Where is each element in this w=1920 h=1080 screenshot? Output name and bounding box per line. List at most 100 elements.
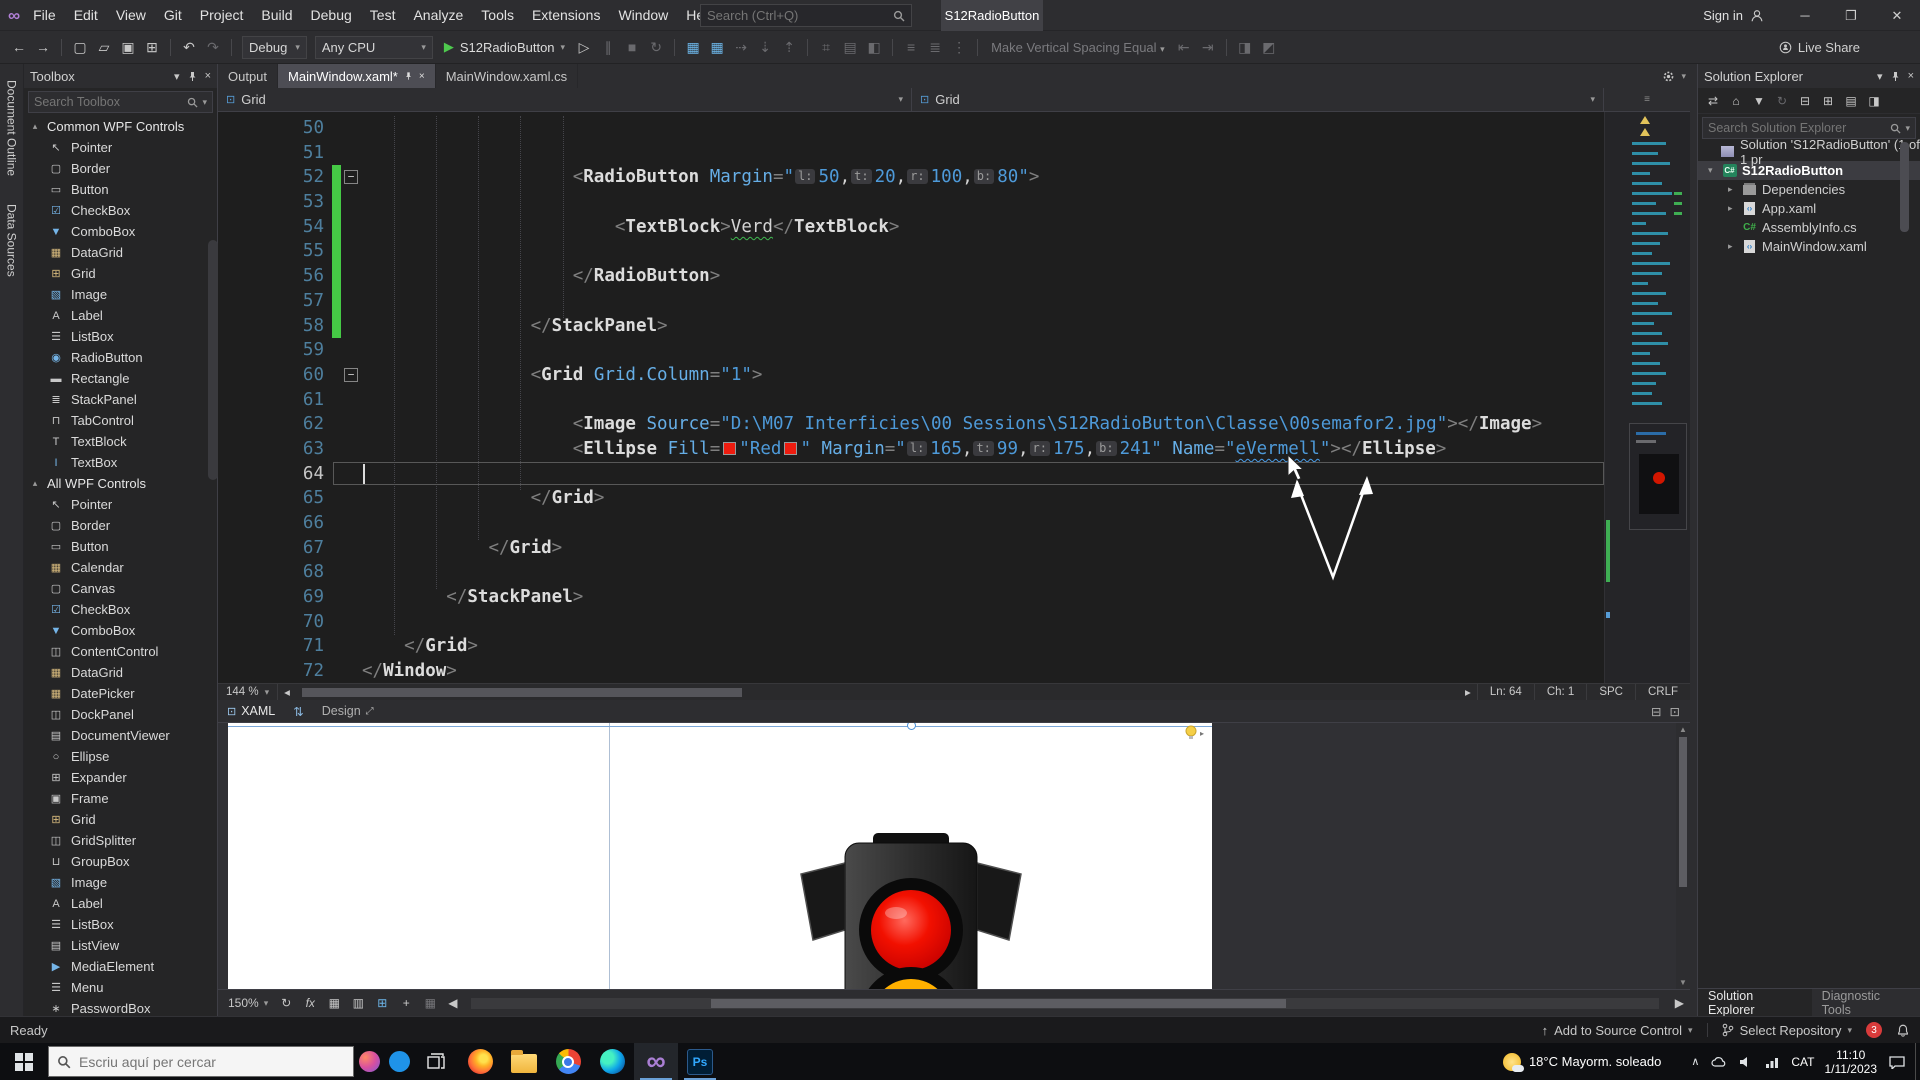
code-line[interactable]: 57 xyxy=(218,289,1690,314)
code-line[interactable]: 53 xyxy=(218,190,1690,215)
design-artboard[interactable]: ▸ xyxy=(228,723,1212,989)
document-tab[interactable]: MainWindow.xaml.cs × xyxy=(436,64,578,88)
toolbar-icon[interactable]: ◨ xyxy=(1866,89,1882,113)
toolbar-icon[interactable]: ↶ xyxy=(178,35,200,59)
scroll-left-arrow[interactable]: ◀ xyxy=(444,996,461,1010)
code-line[interactable]: 70 xyxy=(218,610,1690,635)
toolbox-item[interactable]: ▤ ListView xyxy=(24,935,217,956)
design-zoom-dropdown[interactable]: 150%▾ xyxy=(224,996,272,1010)
expander-icon[interactable]: ▸ xyxy=(1728,184,1742,195)
scroll-up-arrow[interactable]: ▲ xyxy=(1676,725,1690,734)
toolbar-icon[interactable]: ↻ xyxy=(1774,89,1790,113)
menu-item[interactable]: Edit xyxy=(65,0,107,31)
start-button[interactable] xyxy=(0,1043,48,1080)
toolbar-icon[interactable]: ↷ xyxy=(202,35,224,59)
pin-icon[interactable] xyxy=(1890,71,1901,82)
menu-item[interactable]: Window xyxy=(609,0,677,31)
scroll-right-arrow[interactable]: ▶ xyxy=(1669,996,1690,1010)
sign-in-button[interactable]: Sign in xyxy=(1703,0,1764,31)
scroll-left-arrow[interactable]: ◂ xyxy=(278,685,296,699)
code-line[interactable]: 65 </Grid> xyxy=(218,486,1690,511)
editor-horizontal-scrollbar[interactable] xyxy=(296,684,1459,700)
tree-row[interactable]: ▸ ‹› MainWindow.xaml xyxy=(1698,237,1920,256)
toolbar-icon[interactable]: ← xyxy=(8,35,30,59)
photoshop-icon[interactable]: Ps xyxy=(678,1043,722,1080)
search-highlight-icon[interactable] xyxy=(354,1043,384,1080)
toolbox-item[interactable]: ▶ MediaElement xyxy=(24,956,217,977)
code-line[interactable]: 55 xyxy=(218,239,1690,264)
toolbox-item[interactable]: ☰ ListBox xyxy=(24,326,217,347)
show-rails-icon[interactable]: ▥ xyxy=(348,993,368,1013)
firefox-icon[interactable] xyxy=(458,1043,502,1080)
toolbox-item[interactable]: ▤ DocumentViewer xyxy=(24,725,217,746)
breadcrumb-left[interactable]: ⊡ Grid ▾ xyxy=(218,88,912,111)
toolbar-icon[interactable]: ▦ xyxy=(682,35,704,59)
toolbox-item[interactable]: ↖ Pointer xyxy=(24,137,217,158)
toolbox-item[interactable]: ▧ Image xyxy=(24,284,217,305)
taskbar-search-box[interactable] xyxy=(48,1046,354,1077)
toolbar-icon[interactable]: ▷ xyxy=(573,35,595,59)
hidden-icons-chevron[interactable]: ∧ xyxy=(1691,1055,1699,1068)
code-line[interactable]: 52− <RadioButton Margin="l:50,t:20,r:100… xyxy=(218,165,1690,190)
visual-studio-taskbar-icon[interactable]: ∞ xyxy=(634,1043,678,1080)
tree-row[interactable]: C# AssemblyInfo.cs xyxy=(1698,218,1920,237)
select-repository-button[interactable]: Select Repository ▾ xyxy=(1722,1023,1852,1038)
toolbar-icon[interactable]: ⇄ xyxy=(1705,89,1721,113)
xaml-code-editor[interactable]: 505152− <RadioButton Margin="l:50,t:20,r… xyxy=(218,112,1690,683)
toolbox-item[interactable]: ▢ Canvas xyxy=(24,578,217,599)
spacing-dropdown[interactable]: Make Vertical Spacing Equal ▾ xyxy=(991,40,1165,55)
chevron-down-icon[interactable]: ▾ xyxy=(202,97,207,108)
tab-data-sources[interactable]: Data Sources xyxy=(5,192,19,289)
pin-icon[interactable] xyxy=(404,71,413,81)
code-line[interactable]: 67 </Grid> xyxy=(218,536,1690,561)
close-icon[interactable]: × xyxy=(1908,70,1914,82)
quick-search-input[interactable] xyxy=(707,8,893,23)
toolbox-item[interactable]: ◫ ContentControl xyxy=(24,641,217,662)
network-icon[interactable] xyxy=(1765,1056,1779,1068)
taskbar-search-input[interactable] xyxy=(79,1054,345,1070)
horizontal-split-icon[interactable]: ⊟ xyxy=(1651,704,1661,719)
toolbox-item[interactable]: ▭ Button xyxy=(24,536,217,557)
code-line[interactable]: 58 </StackPanel> xyxy=(218,314,1690,339)
design-horizontal-scrollbar[interactable] xyxy=(471,998,1658,1009)
solution-explorer-search-input[interactable] xyxy=(1708,121,1886,135)
code-line[interactable]: 60− <Grid Grid.Column="1"> xyxy=(218,363,1690,388)
document-tab[interactable]: Output × xyxy=(218,64,278,88)
code-line[interactable]: 50 xyxy=(218,116,1690,141)
toolbar-icon[interactable] xyxy=(1226,39,1227,56)
toolbox-item[interactable]: ☑ CheckBox xyxy=(24,599,217,620)
toolbar-icon[interactable]: ⇢ xyxy=(730,35,752,59)
toolbar-icon[interactable]: ⇡ xyxy=(778,35,800,59)
menu-item[interactable]: View xyxy=(107,0,155,31)
toolbox-item[interactable]: ▦ DataGrid xyxy=(24,242,217,263)
minimap-viewport-box[interactable] xyxy=(1629,423,1687,530)
close-button[interactable]: ✕ xyxy=(1874,0,1920,31)
toolbar-icon[interactable]: ▦ xyxy=(706,35,728,59)
toolbar-icon[interactable]: ⌗ xyxy=(815,35,837,59)
menu-item[interactable]: File xyxy=(24,0,65,31)
snap-grid-icon[interactable]: ⊞ xyxy=(372,993,392,1013)
weather-widget[interactable]: 18°C Mayorm. soleado xyxy=(1503,1053,1661,1071)
toolbox-item[interactable]: ⊔ GroupBox xyxy=(24,851,217,872)
menu-item[interactable]: Project xyxy=(191,0,253,31)
popout-icon[interactable]: ⤢ xyxy=(366,706,374,717)
toolbox-item[interactable]: ▦ DatePicker xyxy=(24,683,217,704)
chevron-down-icon[interactable]: ▾ xyxy=(1877,70,1883,83)
menu-item[interactable]: Debug xyxy=(302,0,361,31)
expander-icon[interactable]: ▸ xyxy=(1728,241,1742,252)
toolbox-item[interactable]: ◉ RadioButton xyxy=(24,347,217,368)
show-desktop-button[interactable] xyxy=(1915,1043,1920,1080)
solution-explorer-header[interactable]: Solution Explorer ▾ × xyxy=(1698,64,1920,88)
fold-collapse-icon[interactable]: − xyxy=(344,368,358,382)
chevron-down-icon[interactable]: ▾ xyxy=(1905,123,1910,134)
document-tab[interactable]: MainWindow.xaml* × xyxy=(278,64,436,88)
grid-options-icon[interactable]: ▦ xyxy=(420,993,440,1013)
tab-design[interactable]: Design ⤢ xyxy=(313,700,383,722)
code-line[interactable]: 61 xyxy=(218,388,1690,413)
code-line[interactable]: 64 xyxy=(218,462,1690,487)
platform-dropdown[interactable]: Any CPU▾ xyxy=(315,36,433,59)
toolbox-item[interactable]: A Label xyxy=(24,893,217,914)
scroll-down-arrow[interactable]: ▼ xyxy=(1676,978,1690,987)
toolbar-icon[interactable]: ≡ xyxy=(900,35,922,59)
tree-row[interactable]: Solution 'S12RadioButton' (1 of 1 pr xyxy=(1698,142,1920,161)
